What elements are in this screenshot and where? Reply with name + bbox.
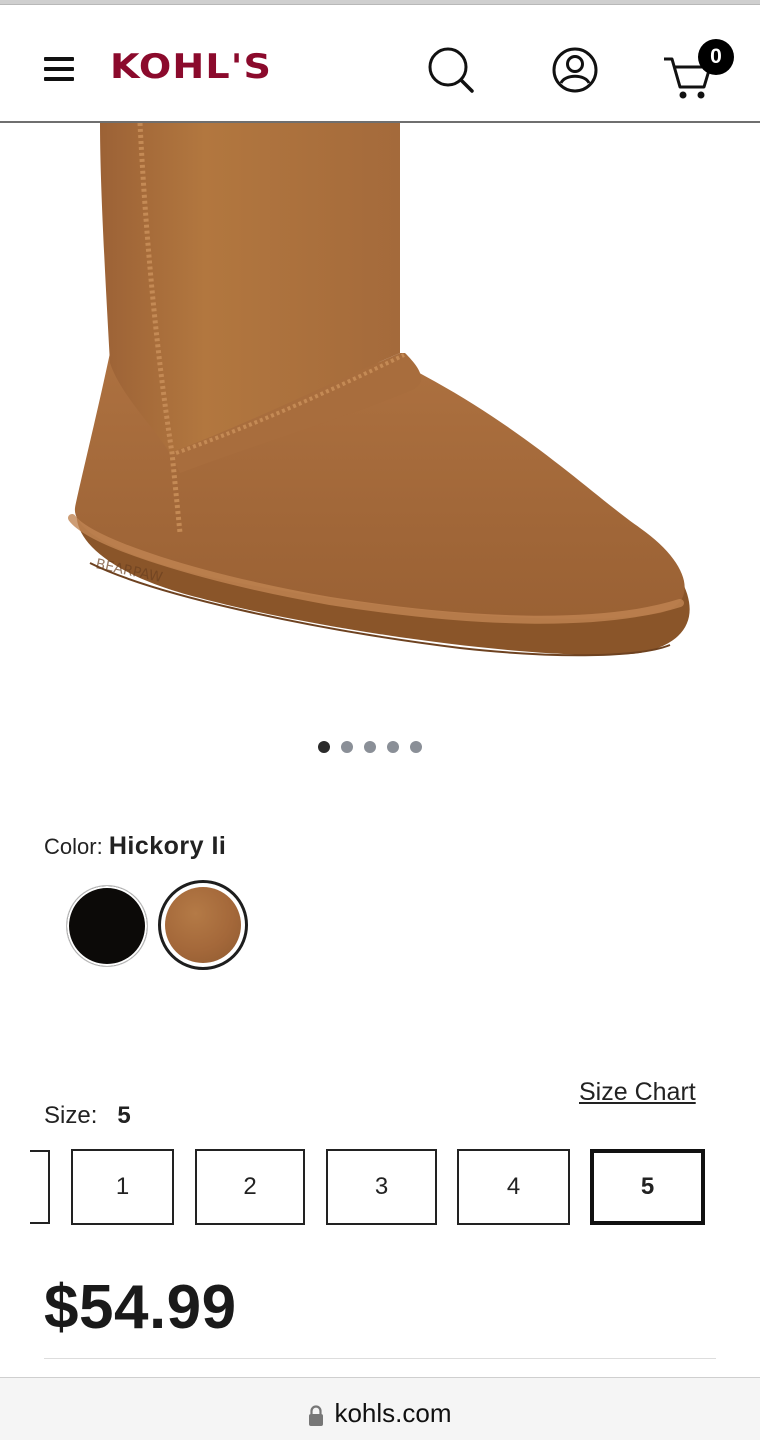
size-option-5[interactable]: 5 — [590, 1149, 705, 1225]
image-pagination — [318, 741, 422, 753]
cart-button[interactable]: 0 — [660, 39, 740, 99]
pagination-dot[interactable] — [364, 741, 376, 753]
color-label-row: Color: Hickory Ii — [44, 832, 226, 861]
kohls-logo[interactable]: KOHL'S — [110, 47, 272, 87]
browser-address-bar[interactable]: kohls.com — [0, 1377, 760, 1440]
size-option-4[interactable]: 4 — [457, 1149, 570, 1225]
lock-icon — [308, 1403, 324, 1426]
url-text: kohls.com — [334, 1398, 452, 1428]
search-icon[interactable] — [424, 43, 478, 97]
product-image[interactable]: BEARPAW — [0, 123, 760, 703]
size-option-partial[interactable] — [30, 1150, 50, 1224]
pagination-dot[interactable] — [410, 741, 422, 753]
product-price: $54.99 — [44, 1273, 237, 1342]
size-chart-link[interactable]: Size Chart — [579, 1078, 696, 1107]
account-icon[interactable] — [548, 43, 602, 97]
selected-color-name: Hickory Ii — [108, 832, 227, 860]
selected-size-value: 5 — [117, 1102, 131, 1129]
pagination-dot[interactable] — [341, 741, 353, 753]
cart-count-badge: 0 — [698, 39, 734, 75]
size-label-row: Size: 5 — [44, 1102, 131, 1130]
pagination-dot[interactable] — [387, 741, 399, 753]
menu-icon[interactable] — [44, 57, 76, 87]
divider — [44, 1358, 716, 1359]
color-label: Color: — [44, 834, 103, 859]
color-swatch-black[interactable] — [66, 885, 148, 967]
size-option-1[interactable]: 1 — [71, 1149, 174, 1225]
size-option-2[interactable]: 2 — [195, 1149, 305, 1225]
color-swatch-hickory[interactable] — [158, 880, 248, 970]
site-header: KOHL'S 0 — [0, 5, 760, 123]
size-label: Size: — [44, 1102, 98, 1129]
pagination-dot[interactable] — [318, 741, 330, 753]
size-option-3[interactable]: 3 — [326, 1149, 437, 1225]
